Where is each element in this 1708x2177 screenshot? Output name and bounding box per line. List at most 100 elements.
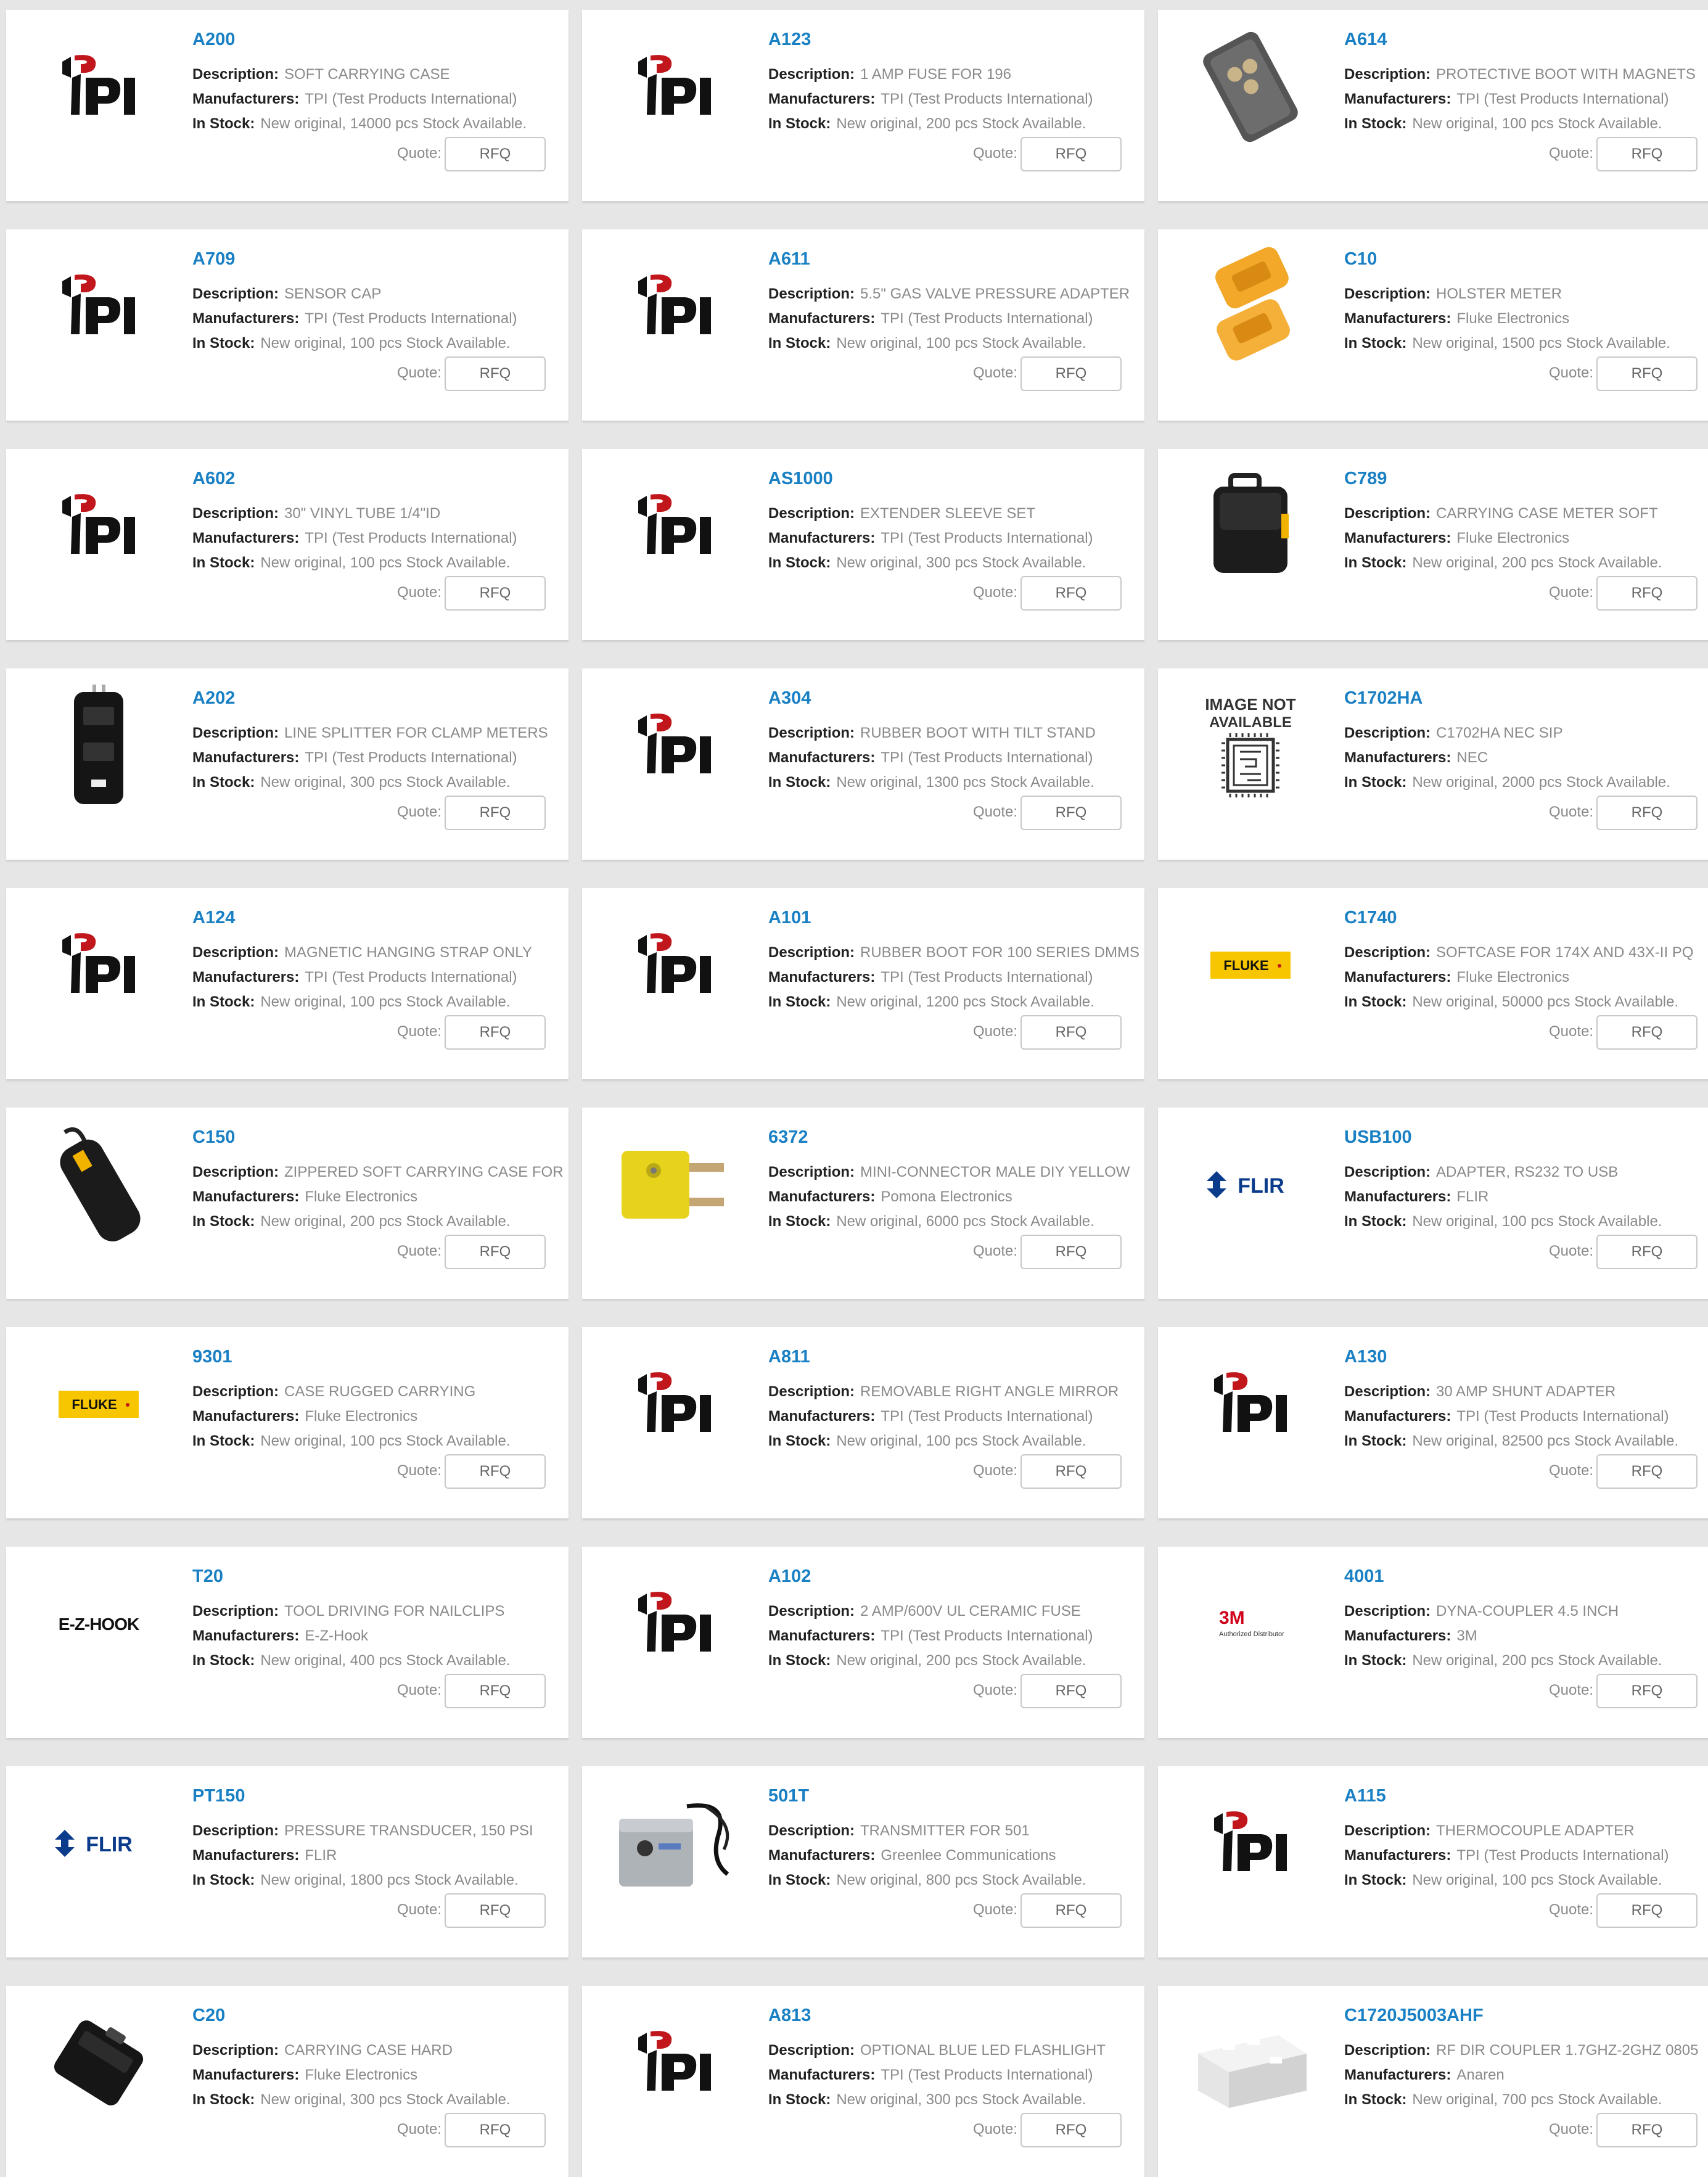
rfq-button[interactable]: RFQ: [1020, 1674, 1122, 1708]
part-number-link[interactable]: A811: [768, 1347, 810, 1367]
part-number-link[interactable]: A130: [1344, 1347, 1387, 1367]
stock-value: New original, 200 pcs Stock Available.: [836, 1652, 1086, 1669]
tpi-logo-icon[interactable]: [607, 684, 742, 807]
rfq-button[interactable]: RFQ: [1596, 2113, 1698, 2147]
rfq-button[interactable]: RFQ: [445, 796, 546, 830]
product-image[interactable]: [31, 1123, 166, 1246]
part-number-link[interactable]: A115: [1344, 1786, 1386, 1806]
rfq-button[interactable]: RFQ: [1596, 576, 1698, 611]
tpi-logo-icon[interactable]: [607, 903, 742, 1027]
part-number-link[interactable]: A202: [192, 688, 235, 709]
rfq-button[interactable]: RFQ: [445, 1674, 546, 1708]
description-label: Description:: [1344, 66, 1431, 83]
rfq-button[interactable]: RFQ: [1020, 1015, 1122, 1050]
product-image[interactable]: [607, 1782, 742, 1905]
rfq-button[interactable]: RFQ: [1020, 576, 1122, 611]
tpi-logo-icon[interactable]: [607, 25, 742, 149]
part-number-link[interactable]: C150: [192, 1127, 235, 1148]
rfq-button[interactable]: RFQ: [445, 1893, 546, 1928]
tpi-logo-icon[interactable]: [607, 1562, 742, 1685]
product-image[interactable]: [1183, 245, 1318, 368]
flir-logo-icon[interactable]: FLIR: [31, 1782, 166, 1905]
quote-label: Quote:: [396, 1023, 441, 1040]
ezhook-logo-icon[interactable]: E-Z-HOOK: [31, 1562, 166, 1685]
rfq-button[interactable]: RFQ: [445, 137, 546, 171]
part-number-link[interactable]: A101: [768, 908, 811, 928]
rfq-button[interactable]: RFQ: [1020, 137, 1122, 171]
part-number-link[interactable]: C1720J5003AHF: [1344, 2006, 1484, 2026]
part-number-link[interactable]: C10: [1344, 249, 1377, 270]
product-image[interactable]: [1183, 2001, 1318, 2125]
part-number-link[interactable]: C20: [192, 2006, 225, 2026]
tpi-logo-icon[interactable]: [31, 25, 166, 149]
threem-logo-icon[interactable]: 3M Authorized Distributor: [1183, 1562, 1318, 1685]
image-not-available-icon[interactable]: IMAGE NOT AVAILABLE: [1183, 684, 1318, 807]
product-image[interactable]: [607, 1123, 742, 1246]
fluke-logo-icon[interactable]: FLUKE: [1183, 903, 1318, 1027]
part-number-link[interactable]: A200: [192, 30, 235, 50]
description-row: Description: OPTIONAL BLUE LED FLASHLIGHT: [768, 2041, 1106, 2060]
rfq-button[interactable]: RFQ: [1596, 1015, 1698, 1050]
part-number-link[interactable]: 9301: [192, 1347, 232, 1367]
part-number-link[interactable]: USB100: [1344, 1127, 1412, 1148]
part-number-link[interactable]: A611: [768, 249, 810, 270]
rfq-button[interactable]: RFQ: [445, 356, 546, 391]
part-number-link[interactable]: C1740: [1344, 908, 1397, 928]
part-number-link[interactable]: C789: [1344, 469, 1387, 489]
rfq-button[interactable]: RFQ: [1020, 1454, 1122, 1489]
part-number-link[interactable]: A304: [768, 688, 811, 709]
part-number-link[interactable]: 6372: [768, 1127, 808, 1148]
tpi-logo-icon[interactable]: [1183, 1343, 1318, 1466]
tpi-logo-icon[interactable]: [607, 2001, 742, 2125]
rfq-button[interactable]: RFQ: [1020, 1893, 1122, 1928]
rfq-button[interactable]: RFQ: [1020, 1235, 1122, 1269]
tpi-logo-icon[interactable]: [31, 464, 166, 588]
tpi-logo-icon[interactable]: [607, 464, 742, 588]
rfq-button[interactable]: RFQ: [445, 576, 546, 611]
part-number-link[interactable]: AS1000: [768, 469, 833, 489]
rfq-button[interactable]: RFQ: [1596, 1893, 1698, 1928]
rfq-button[interactable]: RFQ: [1596, 356, 1698, 391]
tpi-logo-icon[interactable]: [31, 903, 166, 1027]
product-image[interactable]: [1183, 464, 1318, 588]
part-number-link[interactable]: A124: [192, 908, 235, 928]
rfq-button[interactable]: RFQ: [1020, 2113, 1122, 2147]
fluke-logo-icon[interactable]: FLUKE: [31, 1343, 166, 1466]
rfq-button[interactable]: RFQ: [1596, 1454, 1698, 1489]
flir-logo-icon[interactable]: FLIR: [1183, 1123, 1318, 1246]
tpi-logo-icon[interactable]: [1183, 1782, 1318, 1905]
tpi-logo-icon[interactable]: [607, 245, 742, 368]
rfq-button[interactable]: RFQ: [445, 1454, 546, 1489]
stock-row: In Stock: New original, 100 pcs Stock Ava…: [1344, 1212, 1662, 1231]
part-number-link[interactable]: A614: [1344, 30, 1387, 50]
part-number-link[interactable]: PT150: [192, 1786, 245, 1806]
rfq-button[interactable]: RFQ: [1596, 137, 1698, 171]
description-row: Description: 1 AMP FUSE FOR 196: [768, 65, 1011, 84]
svg-text:FLUKE: FLUKE: [1223, 958, 1268, 973]
part-number-link[interactable]: A123: [768, 30, 811, 50]
rfq-button[interactable]: RFQ: [1596, 1235, 1698, 1269]
tpi-logo-icon[interactable]: [31, 245, 166, 368]
rfq-button[interactable]: RFQ: [1020, 356, 1122, 391]
part-number-link[interactable]: 4001: [1344, 1566, 1384, 1587]
product-image[interactable]: [31, 684, 166, 807]
part-number-link[interactable]: A709: [192, 249, 235, 270]
description-value: SOFT CARRYING CASE: [284, 66, 450, 83]
rfq-button[interactable]: RFQ: [1596, 796, 1698, 830]
stock-label: In Stock:: [1344, 115, 1407, 132]
part-number-link[interactable]: T20: [192, 1566, 223, 1587]
rfq-button[interactable]: RFQ: [445, 1235, 546, 1269]
product-image[interactable]: [31, 2001, 166, 2125]
part-number-link[interactable]: A102: [768, 1566, 811, 1587]
tpi-logo-icon[interactable]: [607, 1343, 742, 1466]
rfq-button[interactable]: RFQ: [445, 1015, 546, 1050]
part-number-link[interactable]: C1702HA: [1344, 688, 1423, 709]
rfq-button[interactable]: RFQ: [1020, 796, 1122, 830]
description-value: TRANSMITTER FOR 501: [860, 1822, 1030, 1839]
part-number-link[interactable]: 501T: [768, 1786, 809, 1806]
product-image[interactable]: [1183, 25, 1318, 149]
rfq-button[interactable]: RFQ: [1596, 1674, 1698, 1708]
rfq-button[interactable]: RFQ: [445, 2113, 546, 2147]
part-number-link[interactable]: A602: [192, 469, 235, 489]
part-number-link[interactable]: A813: [768, 2006, 811, 2026]
